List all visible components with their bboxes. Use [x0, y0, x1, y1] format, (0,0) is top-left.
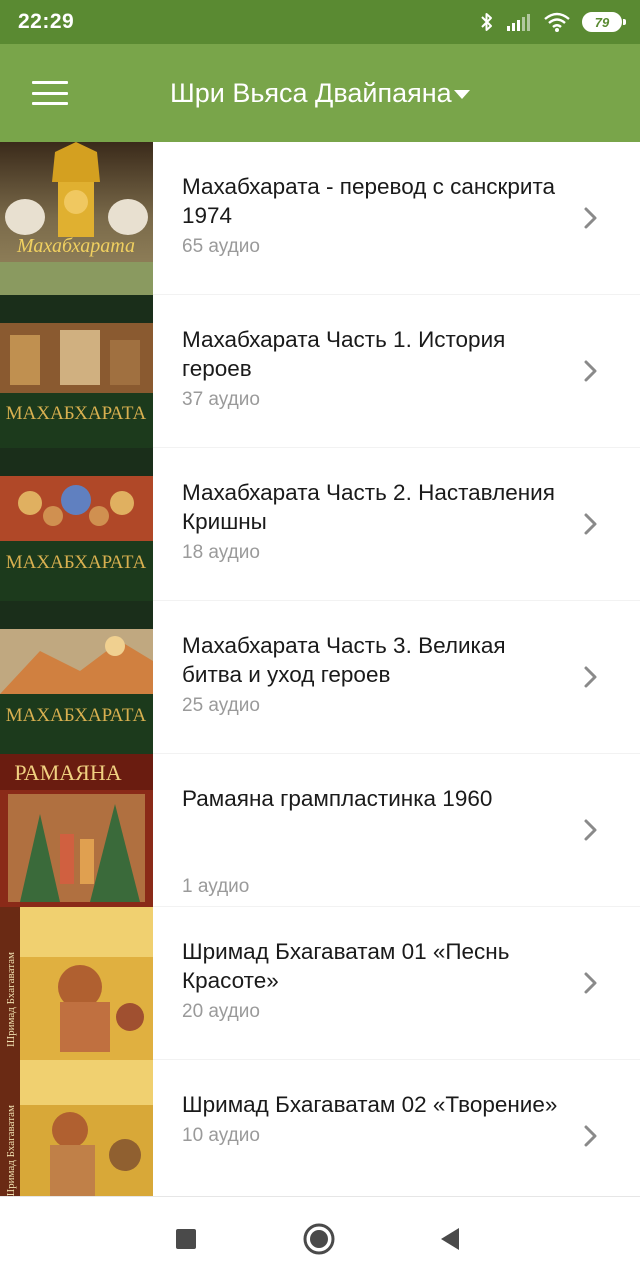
list-item[interactable]: МАХАБХАРАТА Махабхарата Часть 2. Наставл… — [0, 448, 640, 601]
cover-title-text: РАМАЯНА — [14, 760, 121, 785]
list-item-text: Махабхарата Часть 3. Великая битва и ухо… — [182, 631, 562, 717]
list-item-text: Махабхарата - перевод с санскрита 1974 6… — [182, 172, 562, 258]
list-item[interactable]: РАМАЯНА Рамаяна грампластинка 1960 1 ауд… — [0, 754, 640, 907]
list-item-count: 18 аудио — [182, 542, 260, 563]
bluetooth-icon — [480, 11, 494, 33]
recent-apps-icon[interactable] — [170, 1223, 202, 1255]
list-item-title: Махабхарата - перевод с санскрита 1974 — [182, 174, 556, 228]
list-item-text: Шримад Бхагаватам 02 «Творение» 10 аудио — [182, 1090, 562, 1147]
status-time: 22:29 — [18, 10, 75, 33]
list-item-count: 1 аудио — [182, 876, 250, 897]
list-item-count: 10 аудио — [182, 1125, 260, 1146]
title-dropdown[interactable]: Шри Вьяса Двайпаяна — [170, 44, 470, 142]
list-item-count: 37 аудио — [182, 389, 260, 410]
chevron-right-icon — [584, 360, 597, 382]
cover-image-bhagavatam-01: Шримад Бхагаватам — [0, 907, 153, 1060]
cover-image-bhagavatam-02: Шримад Бхагаватам — [0, 1060, 153, 1213]
cover-image-mahabharata-part-2: МАХАБХАРАТА — [0, 448, 153, 601]
list-item-title: Рамаяна грампластинка 1960 — [182, 786, 493, 811]
wifi-icon — [544, 12, 570, 32]
cover-image-mahabharata-part-3: МАХАБХАРАТА — [0, 601, 153, 754]
list-item-text: Махабхарата Часть 1. История героев 37 а… — [182, 325, 562, 411]
cover-title-text: Шримад Бхагаватам — [5, 1105, 17, 1200]
list-item-count: 25 аудио — [182, 695, 260, 716]
signal-icon — [506, 12, 532, 32]
app-title: Шри Вьяса Двайпаяна — [170, 77, 452, 108]
cover-title-text: Махабхарата — [16, 235, 135, 257]
cover-title-text: Шримад Бхагаватам — [5, 952, 17, 1047]
hamburger-menu-icon[interactable] — [0, 44, 100, 142]
list-item-title: Шримад Бхагаватам 02 «Творение» — [182, 1092, 558, 1117]
app-bar: Шри Вьяса Двайпаяна — [0, 44, 640, 142]
cover-title-text: МАХАБХАРАТА — [6, 403, 147, 424]
list-item[interactable]: Шримад Бхагаватам Шримад Бхагаватам 02 «… — [0, 1060, 640, 1213]
chevron-right-icon — [584, 819, 597, 841]
audio-collection-list: Махабхарата Махабхарата - перевод с санс… — [0, 142, 640, 1213]
home-icon[interactable] — [303, 1223, 335, 1255]
system-nav-bar — [0, 1196, 640, 1280]
chevron-right-icon — [584, 513, 597, 535]
cover-image-mahabharata-part-1: МАХАБХАРАТА — [0, 295, 153, 448]
list-item-text: Шримад Бхагаватам 01 «Песнь Красоте» 20 … — [182, 937, 562, 1023]
chevron-right-icon — [584, 207, 597, 229]
list-item-count: 65 аудио — [182, 236, 260, 257]
chevron-right-icon — [584, 1125, 597, 1147]
chevron-right-icon — [584, 666, 597, 688]
list-item-title: Махабхарата Часть 2. Наставления Кришны — [182, 480, 555, 534]
status-icons: 79 — [480, 11, 626, 33]
list-item-count: 20 аудио — [182, 1001, 260, 1022]
list-item[interactable]: МАХАБХАРАТА Махабхарата Часть 3. Великая… — [0, 601, 640, 754]
back-icon[interactable] — [434, 1223, 466, 1255]
cover-title-text: МАХАБХАРАТА — [6, 705, 147, 726]
list-item[interactable]: Махабхарата Махабхарата - перевод с санс… — [0, 142, 640, 295]
list-item-title: Шримад Бхагаватам 01 «Песнь Красоте» — [182, 939, 510, 993]
cover-image-ramayana: РАМАЯНА — [0, 754, 153, 907]
caret-down-icon — [453, 89, 470, 99]
list-item-title: Махабхарата Часть 1. История героев — [182, 327, 506, 381]
list-item[interactable]: Шримад Бхагаватам Шримад Бхагаватам 01 «… — [0, 907, 640, 1060]
cover-title-text: МАХАБХАРАТА — [6, 552, 147, 573]
cover-image-mahabharata-1974: Махабхарата — [0, 142, 153, 295]
list-item-text: Рамаяна грампластинка 1960 1 аудио — [182, 784, 562, 897]
status-bar: 22:29 79 — [0, 0, 640, 44]
list-item-text: Махабхарата Часть 2. Наставления Кришны … — [182, 478, 562, 564]
battery-icon: 79 — [582, 12, 626, 32]
chevron-right-icon — [584, 972, 597, 994]
list-item-title: Махабхарата Часть 3. Великая битва и ухо… — [182, 633, 506, 687]
list-item[interactable]: МАХАБХАРАТА Махабхарата Часть 1. История… — [0, 295, 640, 448]
